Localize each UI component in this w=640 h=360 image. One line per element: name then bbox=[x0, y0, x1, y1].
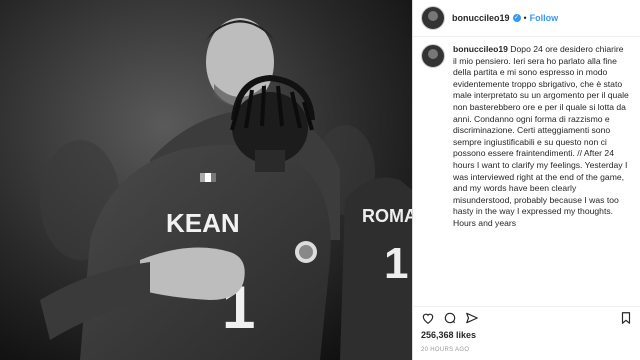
caption-body: Dopo 24 ore desidero chiarire il mio pen… bbox=[453, 44, 629, 228]
caption-avatar[interactable] bbox=[421, 44, 445, 68]
avatar[interactable] bbox=[421, 6, 445, 30]
post-panel: bonucci​leo19 ✓ • Follow bonucci​leo19 D… bbox=[412, 0, 640, 360]
post-header: bonucci​leo19 ✓ • Follow bbox=[413, 0, 640, 37]
post-timestamp[interactable]: 20 HOURS AGO bbox=[421, 347, 469, 353]
post-image: KEAN 1 ROMA 1 bbox=[0, 0, 412, 360]
separator-dot: • bbox=[523, 13, 527, 23]
jersey-name-front: KEAN bbox=[166, 208, 240, 238]
action-bar bbox=[413, 306, 640, 328]
share-icon[interactable] bbox=[465, 311, 479, 325]
comment-icon[interactable] bbox=[443, 311, 457, 325]
caption-text: bonucci​leo19 Dopo 24 ore desidero chiar… bbox=[453, 44, 629, 230]
jersey-number-back: 1 bbox=[384, 239, 408, 288]
verified-badge-icon: ✓ bbox=[512, 14, 521, 22]
caption-area[interactable]: bonucci​leo19 Dopo 24 ore desidero chiar… bbox=[413, 36, 640, 306]
heart-icon[interactable] bbox=[421, 311, 435, 325]
likes-count[interactable]: 256,368 likes bbox=[421, 330, 476, 340]
jersey-name-back: ROMA bbox=[362, 206, 412, 226]
bookmark-icon[interactable] bbox=[619, 311, 633, 325]
post-photo[interactable]: KEAN 1 ROMA 1 bbox=[0, 0, 412, 360]
caption-username[interactable]: bonucci​leo19 bbox=[453, 44, 508, 54]
follow-button[interactable]: Follow bbox=[530, 13, 559, 23]
instagram-post: KEAN 1 ROMA 1 bonucci​leo19 ✓ • Follow bbox=[0, 0, 640, 360]
caption-row: bonucci​leo19 Dopo 24 ore desidero chiar… bbox=[413, 36, 640, 230]
username-link[interactable]: bonucci​leo19 bbox=[452, 13, 510, 23]
